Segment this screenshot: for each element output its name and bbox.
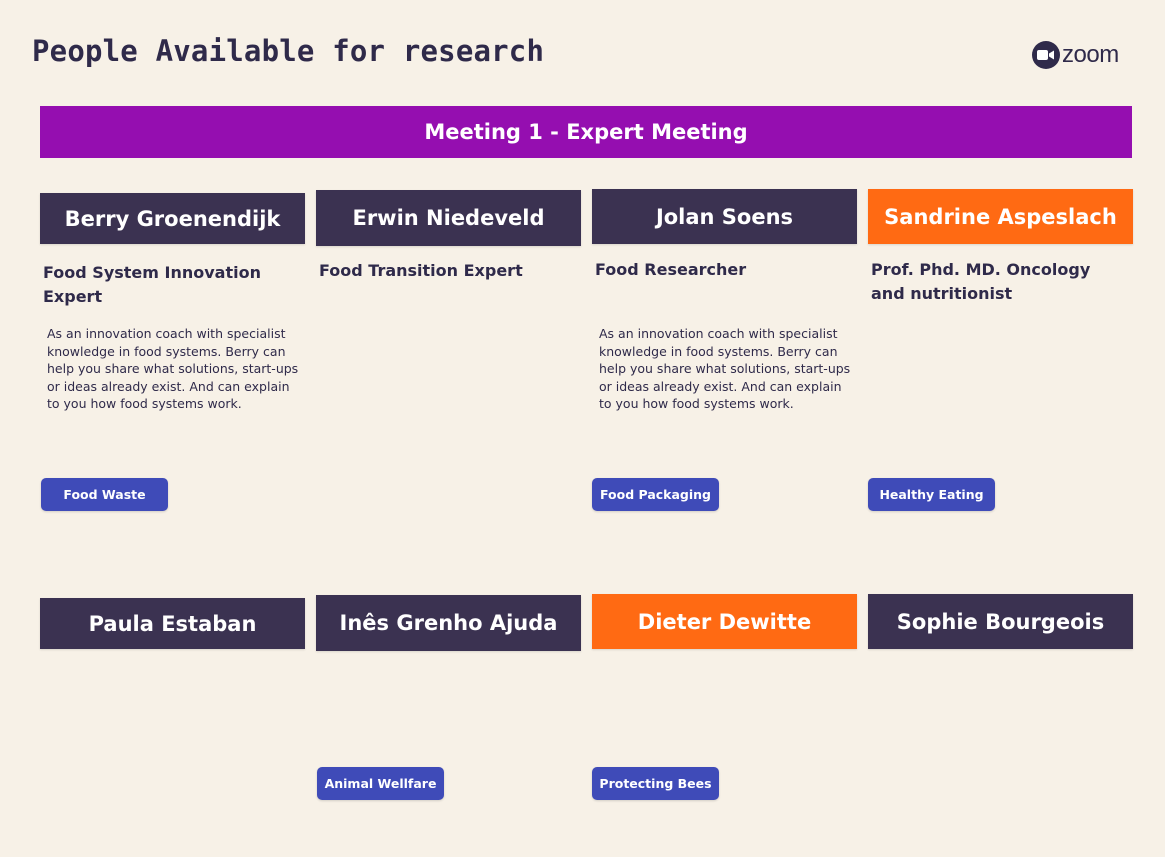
person-name-header[interactable]: Sophie Bourgeois <box>868 594 1133 649</box>
person-name-header[interactable]: Dieter Dewitte <box>592 594 857 649</box>
person-description: As an innovation coach with specialist k… <box>47 326 299 412</box>
person-role: Food Transition Expert <box>319 261 523 280</box>
person-name-header[interactable]: Jolan Soens <box>592 189 857 244</box>
topic-tag[interactable]: Food Waste <box>41 478 168 511</box>
person-role: Food System Innovation Expert <box>43 263 261 306</box>
zoom-logo: zoom <box>1032 40 1119 70</box>
person-name-header[interactable]: Erwin Niedeveld <box>316 190 581 246</box>
person-role: Prof. Phd. MD. Oncology and nutritionist <box>871 260 1091 303</box>
person-role: Food Researcher <box>595 260 747 279</box>
video-camera-icon <box>1032 41 1060 69</box>
meeting-banner: Meeting 1 - Expert Meeting <box>40 106 1132 158</box>
person-name-header[interactable]: Berry Groenendijk <box>40 193 305 244</box>
topic-tag[interactable]: Food Packaging <box>592 478 719 511</box>
topic-tag[interactable]: Animal Wellfare <box>317 767 444 800</box>
topic-tag[interactable]: Protecting Bees <box>592 767 719 800</box>
topic-tag[interactable]: Healthy Eating <box>868 478 995 511</box>
page-title: People Available for research <box>32 34 545 68</box>
person-description: As an innovation coach with specialist k… <box>599 326 851 412</box>
person-name-header[interactable]: Sandrine Aspeslach <box>868 189 1133 244</box>
person-name-header[interactable]: Inês Grenho Ajuda <box>316 595 581 651</box>
person-name-header[interactable]: Paula Estaban <box>40 598 305 649</box>
logo-text: zoom <box>1062 41 1119 68</box>
